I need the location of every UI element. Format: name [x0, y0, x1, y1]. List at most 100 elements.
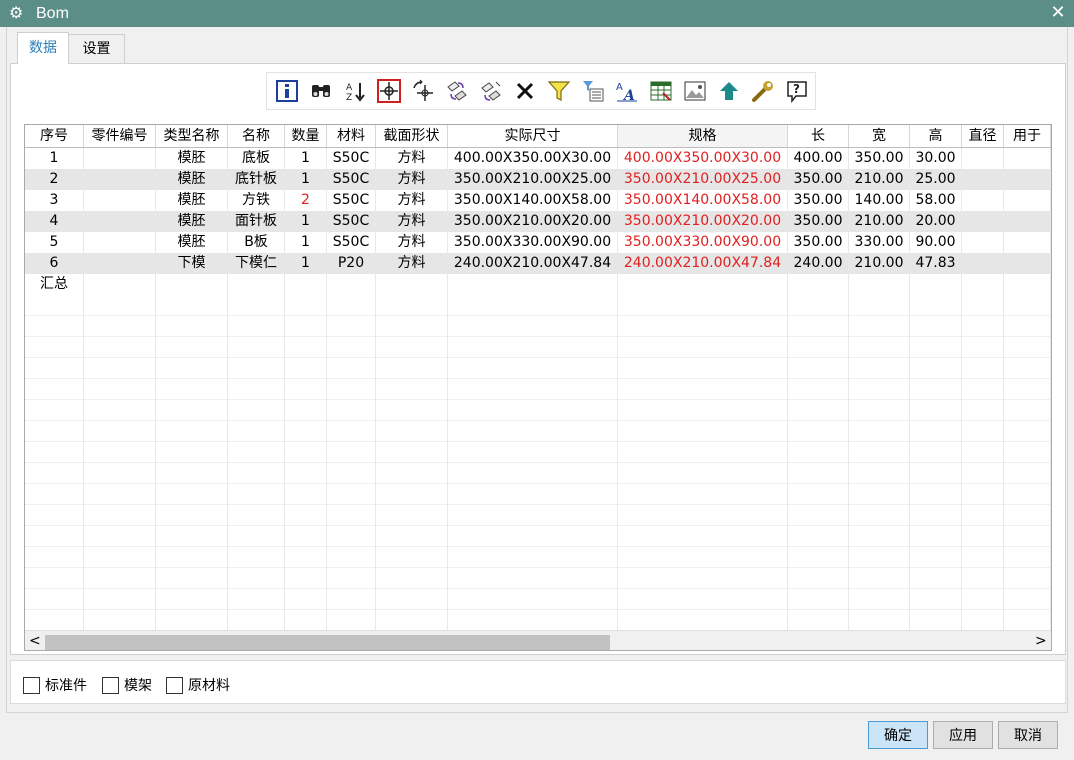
- seq-cell[interactable]: 4: [25, 211, 84, 232]
- height-cell[interactable]: 47.83: [910, 253, 962, 274]
- type-cell[interactable]: 模胚: [156, 211, 228, 232]
- checkbox-raw-material[interactable]: 原材料: [166, 675, 230, 695]
- length-cell[interactable]: 240.00: [788, 253, 849, 274]
- checkbox-box[interactable]: [102, 676, 119, 694]
- column-header[interactable]: 用于: [1004, 125, 1051, 147]
- actual-size-cell[interactable]: 350.00X210.00X25.00: [448, 169, 618, 190]
- qty-cell[interactable]: 1: [285, 148, 327, 169]
- qty-cell[interactable]: 1: [285, 253, 327, 274]
- height-cell[interactable]: 90.00: [910, 232, 962, 253]
- used-for-cell[interactable]: [1004, 148, 1051, 169]
- column-header[interactable]: 宽: [849, 125, 910, 147]
- actual-size-cell[interactable]: 400.00X350.00X30.00: [448, 148, 618, 169]
- spec-cell[interactable]: 350.00X330.00X90.00: [618, 232, 788, 253]
- image-icon[interactable]: [682, 78, 708, 104]
- part-no-cell[interactable]: [84, 253, 156, 274]
- spec-cell[interactable]: 240.00X210.00X47.84: [618, 253, 788, 274]
- name-cell[interactable]: B板: [228, 232, 285, 253]
- column-header[interactable]: 材料: [327, 125, 376, 147]
- name-cell[interactable]: 底针板: [228, 169, 285, 190]
- swap-part-2-icon[interactable]: [478, 78, 504, 104]
- checkbox-standard-part[interactable]: 标准件: [23, 675, 87, 695]
- width-cell[interactable]: 210.00: [849, 211, 910, 232]
- length-cell[interactable]: 350.00: [788, 211, 849, 232]
- material-cell[interactable]: S50C: [327, 232, 376, 253]
- material-cell[interactable]: P20: [327, 253, 376, 274]
- diameter-cell[interactable]: [962, 232, 1004, 253]
- column-header[interactable]: 名称: [228, 125, 285, 147]
- diameter-cell[interactable]: [962, 148, 1004, 169]
- table-row[interactable]: 1 模胚 底板 1 S50C 方料 400.00X350.00X30.00 400.00X35…: [25, 148, 1051, 169]
- scroll-right-icon[interactable]: >: [1035, 631, 1047, 650]
- font-icon[interactable]: AA: [614, 78, 640, 104]
- height-cell[interactable]: 20.00: [910, 211, 962, 232]
- section-cell[interactable]: 方料: [376, 232, 448, 253]
- table-row[interactable]: 5 模胚 B板 1 S50C 方料 350.00X330.00X90.00 350.00X33…: [25, 232, 1051, 253]
- checkbox-mold-base[interactable]: 模架: [102, 675, 152, 695]
- part-no-cell[interactable]: [84, 232, 156, 253]
- section-cell[interactable]: 方料: [376, 253, 448, 274]
- part-no-cell[interactable]: [84, 169, 156, 190]
- ok-button[interactable]: 确定: [868, 721, 928, 749]
- cancel-button[interactable]: 取消: [998, 721, 1058, 749]
- used-for-cell[interactable]: [1004, 190, 1051, 211]
- diameter-cell[interactable]: [962, 253, 1004, 274]
- sort-az-icon[interactable]: AZ: [342, 78, 368, 104]
- column-header[interactable]: 类型名称: [156, 125, 228, 147]
- delete-icon[interactable]: [512, 78, 538, 104]
- filter-icon[interactable]: [546, 78, 572, 104]
- scroll-left-icon[interactable]: <: [29, 631, 41, 650]
- crosshair-icon[interactable]: [376, 78, 402, 104]
- name-cell[interactable]: 下模仁: [228, 253, 285, 274]
- column-header[interactable]: 规格: [618, 125, 788, 147]
- checkbox-box[interactable]: [23, 676, 40, 694]
- spec-cell[interactable]: 400.00X350.00X30.00: [618, 148, 788, 169]
- column-header[interactable]: 数量: [285, 125, 327, 147]
- diameter-cell[interactable]: [962, 190, 1004, 211]
- qty-cell[interactable]: 1: [285, 211, 327, 232]
- binoculars-icon[interactable]: [308, 78, 334, 104]
- length-cell[interactable]: 350.00: [788, 169, 849, 190]
- part-no-cell[interactable]: [84, 190, 156, 211]
- material-cell[interactable]: S50C: [327, 148, 376, 169]
- seq-cell[interactable]: 5: [25, 232, 84, 253]
- type-cell[interactable]: 模胚: [156, 190, 228, 211]
- part-no-cell[interactable]: [84, 211, 156, 232]
- actual-size-cell[interactable]: 240.00X210.00X47.84: [448, 253, 618, 274]
- spec-cell[interactable]: 350.00X210.00X20.00: [618, 211, 788, 232]
- info-icon[interactable]: [274, 78, 300, 104]
- tab-settings[interactable]: 设置: [69, 34, 125, 64]
- qty-cell[interactable]: 2: [285, 190, 327, 211]
- column-header[interactable]: 长: [788, 125, 849, 147]
- material-cell[interactable]: S50C: [327, 190, 376, 211]
- section-cell[interactable]: 方料: [376, 148, 448, 169]
- height-cell[interactable]: 30.00: [910, 148, 962, 169]
- width-cell[interactable]: 210.00: [849, 169, 910, 190]
- section-cell[interactable]: 方料: [376, 169, 448, 190]
- table-row[interactable]: 4 模胚 面针板 1 S50C 方料 350.00X210.00X20.00 350.00X2…: [25, 211, 1051, 232]
- width-cell[interactable]: 330.00: [849, 232, 910, 253]
- name-cell[interactable]: 方铁: [228, 190, 285, 211]
- section-cell[interactable]: 方料: [376, 190, 448, 211]
- material-cell[interactable]: S50C: [327, 211, 376, 232]
- section-cell[interactable]: 方料: [376, 211, 448, 232]
- scroll-thumb[interactable]: [45, 635, 610, 650]
- column-header[interactable]: 高: [910, 125, 962, 147]
- width-cell[interactable]: 350.00: [849, 148, 910, 169]
- part-no-cell[interactable]: [84, 148, 156, 169]
- spec-cell[interactable]: 350.00X140.00X58.00: [618, 190, 788, 211]
- table-row[interactable]: 3 模胚 方铁 2 S50C 方料 350.00X140.00X58.00 350.00X14…: [25, 190, 1051, 211]
- column-filter-icon[interactable]: [580, 78, 606, 104]
- used-for-cell[interactable]: [1004, 169, 1051, 190]
- spec-cell[interactable]: 350.00X210.00X25.00: [618, 169, 788, 190]
- material-cell[interactable]: S50C: [327, 169, 376, 190]
- horizontal-scrollbar[interactable]: < >: [25, 630, 1051, 650]
- type-cell[interactable]: 模胚: [156, 232, 228, 253]
- column-header[interactable]: 截面形状: [376, 125, 448, 147]
- used-for-cell[interactable]: [1004, 253, 1051, 274]
- type-cell[interactable]: 下模: [156, 253, 228, 274]
- actual-size-cell[interactable]: 350.00X330.00X90.00: [448, 232, 618, 253]
- diameter-cell[interactable]: [962, 169, 1004, 190]
- tab-data[interactable]: 数据: [17, 32, 69, 64]
- seq-cell[interactable]: 1: [25, 148, 84, 169]
